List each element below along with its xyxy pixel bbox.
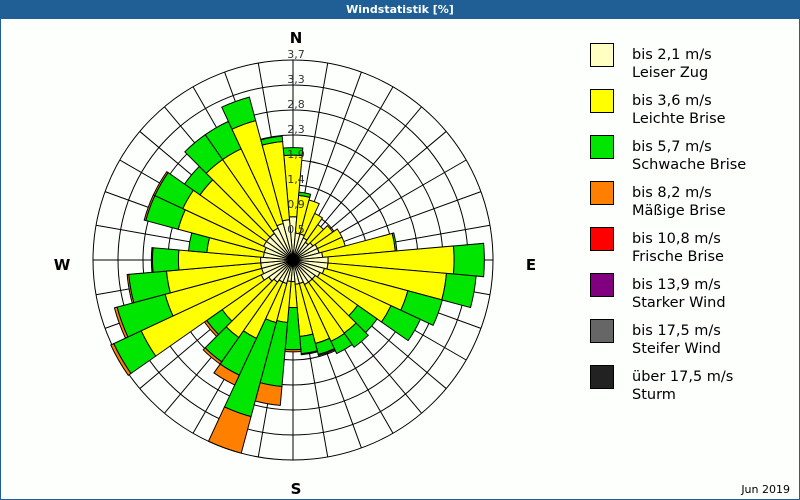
legend-swatch: [590, 181, 614, 205]
ring-label: 2,8: [287, 98, 305, 111]
ring-label: 0,5: [287, 223, 305, 236]
legend-swatch: [590, 135, 614, 159]
legend-swatch: [590, 365, 614, 389]
bar-segment: [284, 348, 302, 353]
legend-swatch: [590, 227, 614, 251]
ring-label: 3,7: [287, 48, 305, 61]
legend-name: Schwache Brise: [632, 157, 747, 173]
legend-range: über 17,5 m/s: [632, 369, 734, 385]
legend-name: Leiser Zug: [632, 65, 709, 81]
legend-range: bis 17,5 m/s: [632, 323, 721, 339]
center-dot: [289, 256, 297, 264]
compass-label-S: S: [291, 480, 302, 498]
legend-text: bis 3,6 m/s Leichte Brise: [632, 92, 726, 128]
legend-swatch: [590, 89, 614, 113]
compass-label-E: E: [526, 256, 536, 274]
bar-segment: [441, 272, 477, 309]
legend-text: bis 13,9 m/s Starker Wind: [632, 276, 726, 312]
ring-label: 1,9: [287, 148, 305, 161]
legend-text: über 17,5 m/s Sturm: [632, 368, 733, 404]
legend-range: bis 8,2 m/s: [632, 185, 712, 201]
legend-range: bis 10,8 m/s: [632, 231, 721, 247]
ring-label: 0,9: [287, 198, 305, 211]
legend-text: bis 17,5 m/s Steifer Wind: [632, 322, 721, 358]
ring-label: 1,4: [287, 173, 305, 186]
legend-name: Steifer Wind: [632, 341, 721, 357]
bar-segment: [151, 247, 180, 273]
legend-range: bis 2,1 m/s: [632, 47, 712, 63]
compass-label-N: N: [290, 29, 303, 47]
compass-label-W: W: [54, 256, 71, 274]
legend-name: Leichte Brise: [632, 111, 726, 127]
legend-swatch: [590, 273, 614, 297]
bar-segment: [150, 247, 154, 273]
legend-range: bis 13,9 m/s: [632, 277, 721, 293]
legend-text: bis 8,2 m/s Mäßige Brise: [632, 184, 726, 220]
legend-name: Sturm: [632, 387, 676, 403]
legend-name: Frische Brise: [632, 249, 724, 265]
legend-text: bis 10,8 m/s Frische Brise: [632, 230, 724, 266]
legend-name: Starker Wind: [632, 295, 726, 311]
legend-name: Mäßige Brise: [632, 203, 726, 219]
legend-range: bis 3,6 m/s: [632, 93, 712, 109]
bar-segment: [452, 242, 485, 278]
legend-text: bis 2,1 m/s Leiser Zug: [632, 46, 712, 82]
legend-text: bis 5,7 m/s Schwache Brise: [632, 138, 746, 174]
date-label: Jun 2019: [741, 483, 790, 496]
legend-range: bis 5,7 m/s: [632, 139, 712, 155]
legend-swatch: [590, 319, 614, 343]
ring-label: 3,3: [287, 73, 305, 86]
legend-swatch: [590, 43, 614, 67]
ring-label: 2,3: [287, 123, 305, 136]
